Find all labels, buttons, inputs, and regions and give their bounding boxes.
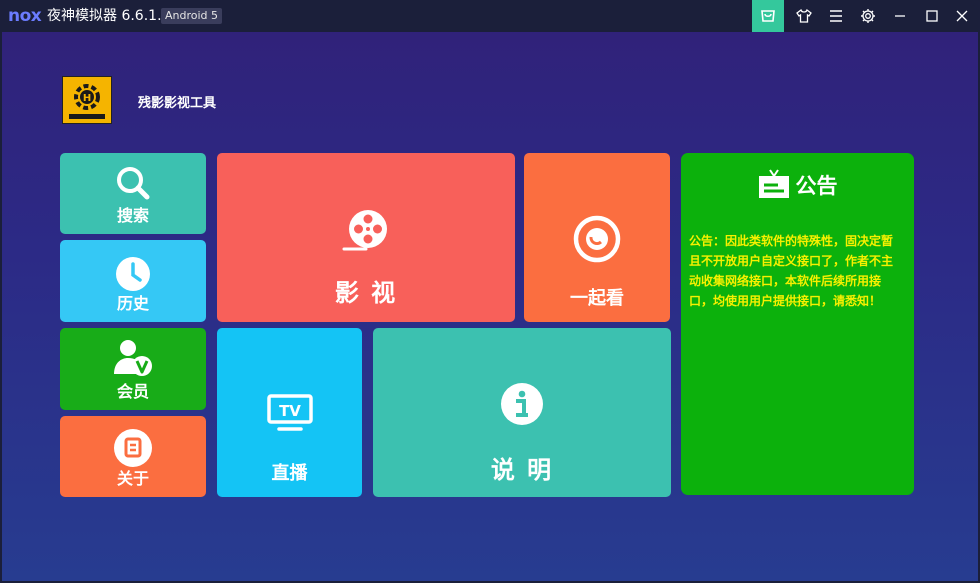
movie-label: 影 视 [334, 279, 398, 307]
search-tile[interactable]: 搜索 [60, 153, 206, 234]
about-icon [114, 429, 152, 467]
skin-button[interactable] [788, 0, 820, 32]
vip-user-icon [114, 340, 152, 376]
member-label: 会员 [116, 382, 149, 401]
notice-header: 公告 [681, 169, 914, 200]
shop-button[interactable] [752, 0, 784, 32]
film-reel-icon [342, 210, 387, 251]
gear-icon [861, 9, 875, 23]
info-label: 说 明 [490, 456, 554, 484]
gear-logo-icon: H [69, 84, 105, 119]
watch-together-label: 一起看 [570, 288, 624, 309]
nox-logo: nox [8, 6, 42, 26]
about-label: 关于 [116, 469, 149, 488]
search-icon [117, 167, 150, 200]
app-logo: H [62, 76, 112, 124]
notice-board-icon [758, 169, 789, 198]
tv-icon: TV [266, 394, 313, 431]
clock-icon [116, 257, 150, 291]
member-tile[interactable]: 会员 [60, 328, 206, 410]
menu-button[interactable] [820, 0, 852, 32]
live-label: 直播 [271, 463, 308, 484]
maximize-button[interactable] [916, 0, 948, 32]
notice-panel: 公告 公告：因此类软件的特殊性，固决定暂且不开放用户自定义接口了，作者不主动收集… [681, 153, 914, 495]
watch-together-tile[interactable]: 一起看 [524, 153, 670, 322]
search-label: 搜索 [116, 206, 149, 225]
maximize-icon [926, 10, 938, 22]
android-version-badge: Android 5 [161, 8, 223, 24]
info-tile[interactable]: 说 明 [373, 328, 671, 497]
window-title: 夜神模拟器 6.6.1.7 [47, 8, 171, 24]
close-button[interactable] [946, 0, 978, 32]
shirt-icon [796, 8, 812, 23]
minimize-button[interactable] [884, 0, 916, 32]
shop-icon [761, 10, 775, 22]
app-name: 残影影视工具 [138, 96, 217, 111]
info-icon [501, 383, 543, 425]
minimize-icon [895, 15, 905, 17]
svg-text:TV: TV [279, 402, 301, 420]
menu-icon [830, 10, 842, 22]
eye-icon [573, 215, 621, 263]
settings-button[interactable] [852, 0, 884, 32]
about-tile[interactable]: 关于 [60, 416, 206, 497]
notice-text: 公告：因此类软件的特殊性，固决定暂且不开放用户自定义接口了，作者不主动收集网络接… [689, 234, 894, 308]
window-titlebar: nox 夜神模拟器 6.6.1.7 Android 5 [0, 0, 980, 32]
svg-text:H: H [83, 93, 91, 104]
movie-tile[interactable]: 影 视 [217, 153, 515, 322]
close-icon [956, 10, 968, 22]
notice-title: 公告 [795, 174, 838, 198]
history-label: 历史 [116, 294, 149, 313]
history-tile[interactable]: 历史 [60, 240, 206, 322]
live-tile[interactable]: TV 直播 [217, 328, 362, 497]
